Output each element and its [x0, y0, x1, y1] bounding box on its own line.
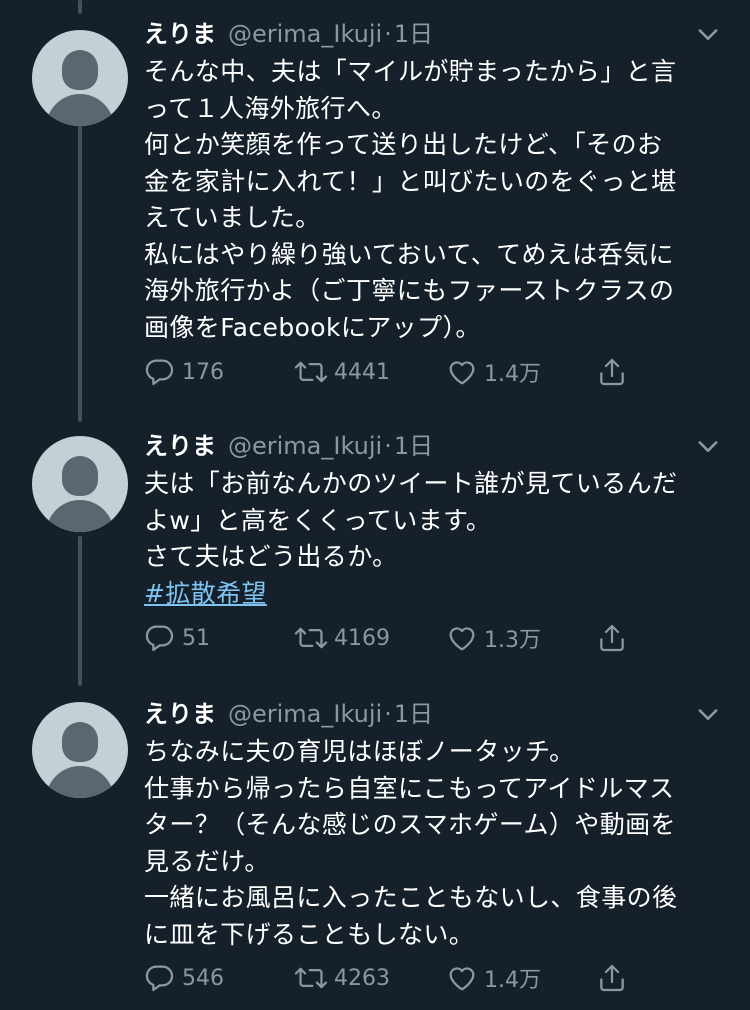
chevron-down-icon[interactable] [694, 432, 722, 460]
tweet-actions: 546 4263 1.4万 [144, 958, 644, 998]
like-button[interactable]: 1.4万 [446, 958, 541, 998]
tweet-header: えりま @erima_Ikuji · 1日 [144, 694, 433, 734]
display-name[interactable]: えりま [144, 14, 216, 54]
tweet-text-line: 仕事から帰ったら自室にこもってアイドルマス [144, 773, 675, 803]
share-button[interactable] [596, 352, 628, 392]
thread-line-top [78, 0, 82, 14]
display-name[interactable]: えりま [144, 694, 216, 734]
avatar-head-shape [62, 50, 98, 90]
tweet-text-line: 金を家計に入れて！」と叫びたいのをぐっと堪 [144, 166, 677, 196]
tweet-text-line: 何とか笑顔を作って送り出したけど、「そのお [144, 130, 663, 159]
avatar[interactable] [32, 30, 128, 126]
like-button[interactable]: 1.3万 [446, 618, 541, 658]
heart-icon [449, 361, 475, 385]
heart-icon [449, 967, 475, 991]
tweet[interactable]: えりま @erima_Ikuji · 1日 夫は「お前なんかのツイート誰が見てい… [0, 426, 750, 686]
like-count: 1.4万 [484, 968, 541, 993]
reply-count: 51 [182, 625, 210, 651]
tweet-text: ちなみに夫の育児はほぼノータッチ。 仕事から帰ったら自室にこもってアイドルマス … [144, 734, 730, 953]
tweet-header: えりま @erima_Ikuji · 1日 [144, 426, 433, 466]
like-button[interactable]: 1.4万 [446, 352, 541, 392]
reply-button[interactable]: 176 [144, 352, 224, 392]
tweet-text-line: 画像をFacebookにアップ）。 [144, 312, 481, 342]
retweet-count: 4263 [334, 965, 390, 991]
tweet[interactable]: えりま @erima_Ikuji · 1日 ちなみに夫の育児はほぼノータッチ。 … [0, 694, 750, 1010]
tweet-text-line: 私にはやり繰り強いておいて、てめえは呑気に [144, 239, 674, 269]
tweet-text: 夫は「お前なんかのツイート誰が見ているんだ よw」と高をくくっています。 さて夫… [144, 466, 730, 612]
like-count: 1.3万 [484, 628, 541, 653]
retweet-icon [294, 967, 328, 989]
user-handle[interactable]: @erima_Ikuji [228, 694, 382, 734]
retweet-button[interactable]: 4169 [294, 618, 390, 658]
hashtag-link[interactable]: #拡散希望 [144, 579, 267, 608]
like-count: 1.4万 [484, 362, 541, 387]
retweet-icon [294, 361, 328, 383]
display-name[interactable]: えりま [144, 426, 216, 466]
avatar[interactable] [32, 436, 128, 532]
hashtag-line: #拡散希望 [144, 576, 730, 613]
reply-button[interactable]: 51 [144, 618, 210, 658]
reply-icon [145, 359, 174, 386]
avatar-head-shape [62, 722, 98, 762]
header-separator: · [384, 432, 392, 460]
header-separator: · [384, 700, 392, 728]
tweet-text-line: って１人海外旅行へ。 [144, 93, 397, 123]
timestamp[interactable]: 1日 [394, 14, 433, 54]
tweet-text: そんな中、夫は「マイルが貯まったから」と言 って１人海外旅行へ。 何とか笑顔を作… [144, 54, 730, 346]
share-button[interactable] [596, 958, 628, 998]
tweet-text-line: に皿を下げることもしない。 [144, 919, 475, 949]
tweet-text-line: 海外旅行かよ（ご丁寧にもファーストクラスの [144, 276, 675, 305]
retweet-icon [294, 627, 328, 649]
tweet-text-line: 見るだけ。 [144, 846, 270, 876]
chevron-down-icon[interactable] [694, 700, 722, 728]
reply-button[interactable]: 546 [144, 958, 224, 998]
tweet-thread: えりま @erima_Ikuji · 1日 そんな中、夫は「マイルが貯まったから… [0, 0, 750, 1010]
retweet-count: 4169 [334, 625, 390, 651]
chevron-down-icon[interactable] [694, 20, 722, 48]
avatar-shoulders-shape [46, 500, 114, 532]
reply-icon [145, 625, 174, 652]
tweet-text-line: ちなみに夫の育児はほぼノータッチ。 [144, 737, 575, 766]
avatar[interactable] [32, 702, 128, 798]
tweet[interactable]: えりま @erima_Ikuji · 1日 そんな中、夫は「マイルが貯まったから… [0, 14, 750, 414]
tweet-text-line: えていました。 [144, 203, 321, 232]
reply-count: 546 [182, 965, 224, 991]
timestamp[interactable]: 1日 [394, 694, 433, 734]
avatar-head-shape [62, 456, 98, 496]
tweet-actions: 51 4169 1.3万 [144, 618, 644, 658]
reply-icon [145, 965, 174, 992]
share-icon [600, 624, 624, 652]
retweet-count: 4441 [334, 359, 390, 385]
share-button[interactable] [596, 618, 628, 658]
timestamp[interactable]: 1日 [394, 426, 433, 466]
tweet-text-line: ター？（そんな感じのスマホゲーム）や動画を [144, 810, 676, 839]
tweet-text-line: 一緒にお風呂に入ったこともないし、食事の後 [144, 883, 678, 912]
tweet-actions: 176 4441 1.4万 [144, 352, 644, 392]
share-icon [600, 358, 624, 386]
header-separator: · [384, 20, 392, 48]
tweet-header: えりま @erima_Ikuji · 1日 [144, 14, 433, 54]
user-handle[interactable]: @erima_Ikuji [228, 426, 382, 466]
reply-count: 176 [182, 359, 224, 385]
retweet-button[interactable]: 4263 [294, 958, 390, 998]
tweet-text-line: そんな中、夫は「マイルが貯まったから」と言 [144, 57, 677, 86]
tweet-text-line: 夫は「お前なんかのツイート誰が見ているんだ [144, 469, 678, 498]
avatar-shoulders-shape [46, 94, 114, 126]
avatar-shoulders-shape [46, 766, 114, 798]
retweet-button[interactable]: 4441 [294, 352, 390, 392]
heart-icon [449, 627, 475, 651]
share-icon [600, 964, 624, 992]
tweet-text-line: さて夫はどう出るか。 [144, 542, 398, 571]
tweet-text-line: よw」と高をくくっています。 [144, 505, 492, 535]
user-handle[interactable]: @erima_Ikuji [228, 14, 382, 54]
